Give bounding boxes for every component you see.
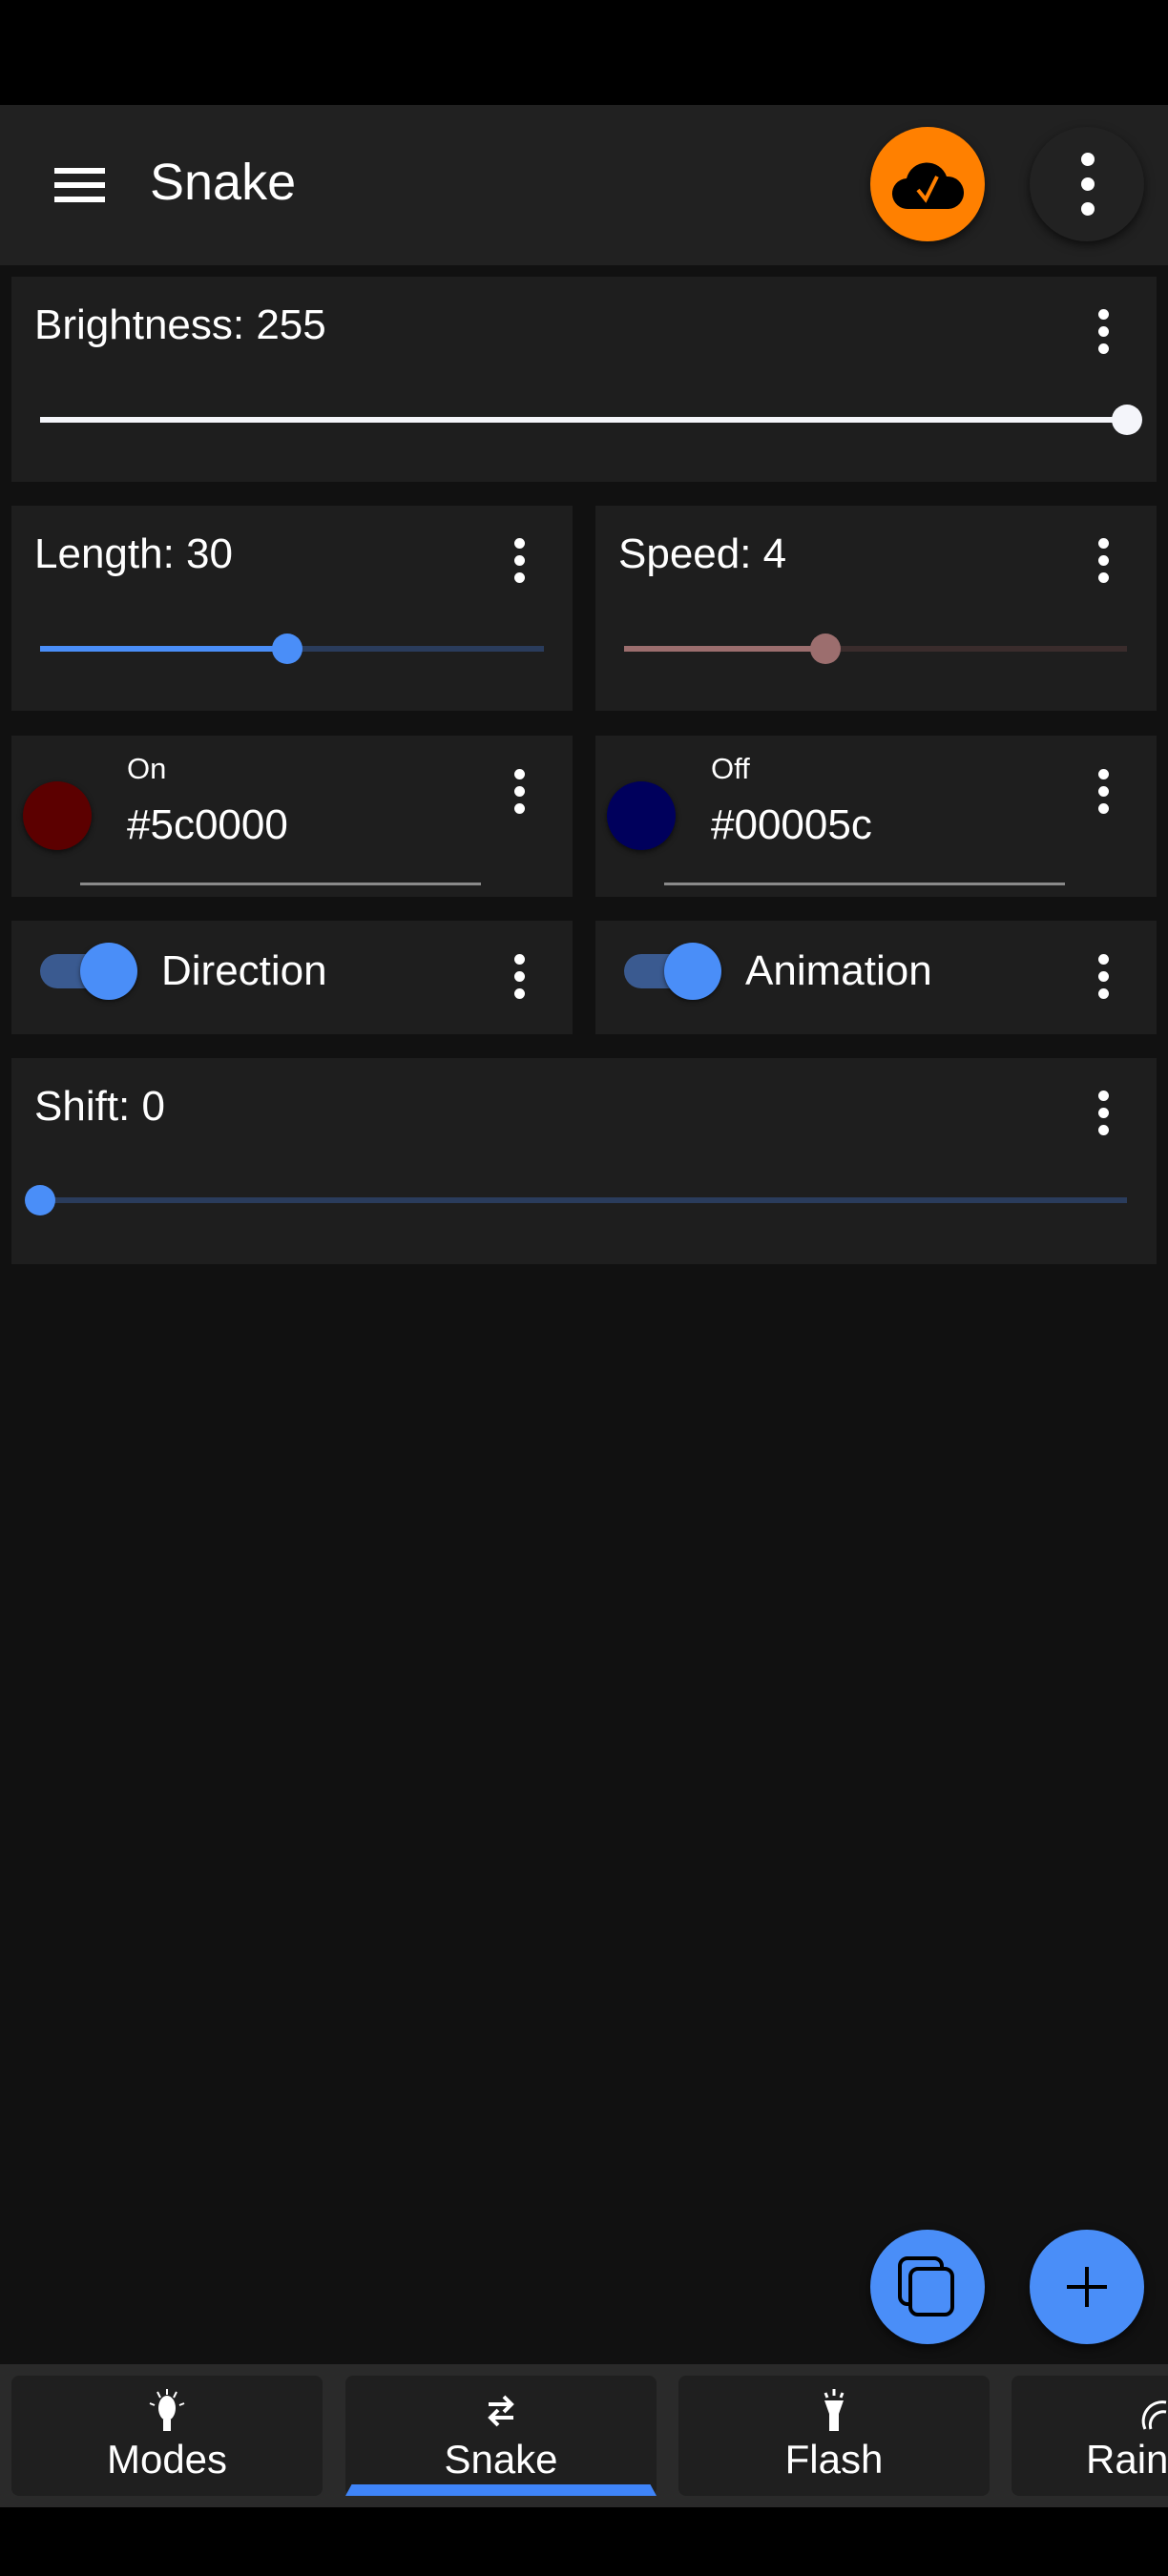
length-menu-icon[interactable] (514, 538, 526, 583)
slider-thumb[interactable] (1112, 405, 1142, 435)
page-title: Snake (150, 154, 297, 211)
flashlight-icon (678, 2387, 990, 2435)
brightness-menu-icon[interactable] (1098, 309, 1110, 354)
speed-slider[interactable] (624, 634, 1127, 664)
menu-icon[interactable] (54, 168, 105, 202)
add-icon (1067, 2267, 1107, 2307)
length-slider[interactable] (40, 634, 544, 664)
shift-label: Shift: 0 (34, 1083, 165, 1130)
speed-label: Speed: 4 (618, 530, 787, 577)
copy-button[interactable] (870, 2230, 985, 2344)
on-color-input[interactable]: #5c0000 (127, 801, 288, 849)
on-color-menu-icon[interactable] (514, 769, 526, 814)
sync-button[interactable] (870, 127, 985, 241)
off-color-card (595, 736, 1157, 897)
slider-thumb[interactable] (271, 634, 302, 664)
off-color-menu-icon[interactable] (1098, 769, 1110, 814)
more-vert-icon (1081, 153, 1095, 216)
on-color-swatch[interactable] (23, 781, 92, 850)
add-button[interactable] (1030, 2230, 1144, 2344)
brightness-slider[interactable] (40, 405, 1142, 435)
length-label: Length: 30 (34, 530, 233, 577)
copy-icon (898, 2256, 954, 2316)
shift-slider[interactable] (25, 1185, 1127, 1215)
animation-toggle[interactable] (624, 943, 721, 1000)
brightness-label: Brightness: 255 (34, 301, 326, 348)
on-color-card (11, 736, 573, 897)
direction-label: Direction (161, 947, 327, 994)
direction-menu-icon[interactable] (514, 954, 526, 999)
off-color-input[interactable]: #00005c (711, 801, 872, 849)
rainbow-icon (1012, 2387, 1168, 2435)
animation-menu-icon[interactable] (1098, 954, 1110, 999)
slider-thumb[interactable] (809, 634, 841, 664)
status-bar (0, 0, 1168, 105)
tab-flash[interactable]: Flash (678, 2376, 990, 2496)
lightbulb-icon (11, 2387, 323, 2435)
off-color-swatch[interactable] (607, 781, 676, 850)
slider-thumb[interactable] (25, 1185, 55, 1215)
system-nav-bar (0, 2507, 1168, 2576)
tab-snake[interactable]: Snake (345, 2376, 657, 2496)
on-color-label: On (127, 752, 167, 785)
bottom-nav: Modes Snake Flash Rain (0, 2364, 1168, 2507)
swap-arrows-icon (345, 2387, 657, 2435)
cloud-done-icon (892, 162, 964, 210)
shift-card (11, 1058, 1157, 1264)
tab-rain[interactable]: Rain (1012, 2376, 1168, 2496)
on-color-underline (80, 883, 481, 885)
more-options-button[interactable] (1030, 127, 1144, 241)
shift-menu-icon[interactable] (1098, 1091, 1110, 1135)
active-tab-indicator (345, 2484, 657, 2496)
off-color-label: Off (711, 752, 750, 785)
animation-label: Animation (745, 947, 932, 994)
direction-toggle[interactable] (40, 943, 137, 1000)
off-color-underline (664, 883, 1065, 885)
tab-modes[interactable]: Modes (11, 2376, 323, 2496)
speed-menu-icon[interactable] (1098, 538, 1110, 583)
